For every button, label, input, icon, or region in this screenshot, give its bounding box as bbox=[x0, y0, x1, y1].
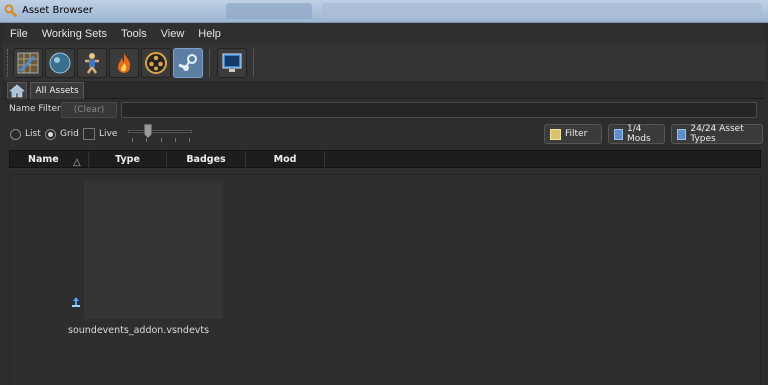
thumbnail-size-slider-handle[interactable] bbox=[144, 124, 152, 138]
clear-filter-button[interactable]: (Clear) bbox=[61, 102, 117, 118]
toolbar-grip[interactable] bbox=[7, 49, 10, 77]
toolbar-separator bbox=[209, 49, 211, 77]
column-type[interactable]: Type bbox=[89, 151, 167, 168]
particle-editor-button[interactable] bbox=[109, 48, 139, 78]
toolbar-separator bbox=[253, 49, 255, 77]
steam-icon bbox=[178, 54, 197, 71]
menu-tools[interactable]: Tools bbox=[121, 28, 147, 40]
slider-tick bbox=[146, 138, 147, 142]
material-editor-button[interactable] bbox=[45, 48, 75, 78]
hammer-map-icon bbox=[17, 52, 39, 74]
view-options-row: List Grid Live Filter 1/4 Mods 24/24 Ass… bbox=[3, 121, 765, 149]
filter-button[interactable]: Filter bbox=[544, 124, 602, 144]
thumbnail-size-slider[interactable] bbox=[128, 130, 192, 133]
film-reel-icon bbox=[145, 52, 167, 74]
sound-event-icon bbox=[72, 297, 80, 307]
mods-button[interactable]: 1/4 Mods bbox=[608, 124, 665, 144]
column-badges[interactable]: Badges bbox=[167, 151, 246, 168]
blurred-region bbox=[322, 3, 762, 19]
grid-view-label: Grid bbox=[60, 129, 79, 139]
asset-name[interactable]: soundevents_addon.vsndevts bbox=[68, 325, 209, 336]
grid-view-radio[interactable] bbox=[45, 129, 56, 140]
hammer-map-button[interactable] bbox=[13, 48, 43, 78]
asset-types-button-label: 24/24 Asset Types bbox=[690, 124, 744, 144]
menu-bar: File Working Sets Tools View Help bbox=[3, 23, 765, 45]
particle-fire-icon bbox=[118, 53, 131, 73]
asset-types-icon bbox=[677, 128, 687, 140]
tab-bar: All Assets bbox=[3, 81, 765, 99]
column-name-label: Name bbox=[28, 154, 59, 165]
tool-toolbar bbox=[3, 45, 765, 81]
animation-editor-button[interactable] bbox=[141, 48, 171, 78]
slider-tick bbox=[161, 138, 162, 142]
filter-icon bbox=[550, 128, 561, 140]
asset-grid: soundevents_addon.vsndevts bbox=[9, 174, 761, 385]
live-label: Live bbox=[99, 129, 118, 139]
live-checkbox[interactable] bbox=[83, 128, 95, 140]
menu-help[interactable]: Help bbox=[198, 28, 221, 40]
home-icon bbox=[9, 84, 25, 98]
console-button[interactable] bbox=[217, 48, 247, 78]
column-header: Name △ Type Badges Mod bbox=[9, 150, 761, 168]
list-view-label: List bbox=[25, 129, 41, 139]
home-tab[interactable] bbox=[7, 82, 27, 99]
blurred-region bbox=[226, 3, 312, 19]
slider-tick bbox=[189, 138, 190, 142]
asset-thumbnail[interactable] bbox=[84, 181, 223, 319]
filter-button-label: Filter bbox=[565, 129, 588, 139]
sort-ascending-icon: △ bbox=[73, 157, 81, 168]
model-editor-button[interactable] bbox=[77, 48, 107, 78]
menu-view[interactable]: View bbox=[161, 28, 185, 40]
menu-working-sets[interactable]: Working Sets bbox=[42, 28, 107, 40]
column-name[interactable]: Name △ bbox=[10, 151, 89, 168]
mods-icon bbox=[614, 128, 624, 140]
filter-row: Name Filter: (Clear) bbox=[3, 99, 765, 121]
material-sphere-icon bbox=[49, 52, 71, 74]
mods-button-label: 1/4 Mods bbox=[627, 124, 651, 144]
name-filter-label: Name Filter: bbox=[9, 104, 64, 114]
slider-tick bbox=[175, 138, 176, 142]
name-filter-input[interactable] bbox=[121, 102, 757, 118]
character-model-icon bbox=[85, 53, 99, 74]
title-bar: Asset Browser bbox=[0, 0, 768, 23]
asset-browser-icon bbox=[4, 4, 18, 18]
window-title: Asset Browser bbox=[22, 5, 94, 16]
list-view-radio[interactable] bbox=[10, 129, 21, 140]
menu-file[interactable]: File bbox=[10, 28, 28, 40]
steam-workshop-button[interactable] bbox=[173, 48, 203, 78]
tab-all-assets[interactable]: All Assets bbox=[30, 82, 84, 99]
monitor-icon bbox=[222, 53, 242, 72]
slider-tick bbox=[132, 138, 133, 142]
column-mod[interactable]: Mod bbox=[246, 151, 325, 168]
asset-types-button[interactable]: 24/24 Asset Types bbox=[671, 124, 763, 144]
